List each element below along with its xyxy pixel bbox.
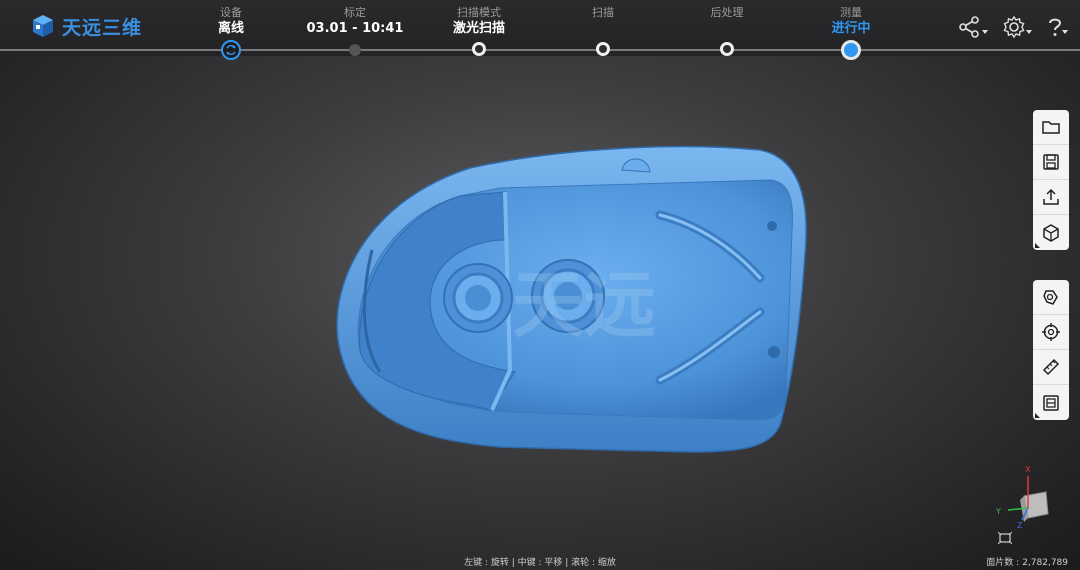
settings-icon[interactable] (1001, 14, 1027, 40)
step-device-label: 设备 (220, 6, 242, 19)
target-icon (1042, 323, 1060, 341)
brand-name: 天远三维 (62, 16, 143, 39)
file-toolbar (1033, 110, 1069, 250)
step-measure-label: 测量 (840, 6, 862, 19)
share-dropdown-icon[interactable] (982, 30, 988, 34)
section-view-button[interactable] (1033, 385, 1069, 420)
select-tool-icon (1043, 290, 1058, 305)
help-dropdown-icon[interactable] (1062, 30, 1068, 34)
step-measure[interactable]: 测量 进行中 (781, 6, 921, 38)
step-scan-mode[interactable]: 扫描模式 激光扫描 (409, 6, 549, 38)
axis-orientation-gizmo[interactable]: X Y Z (990, 462, 1054, 530)
axis-y-label: Y (995, 507, 1001, 516)
measure-tool-button[interactable] (1033, 350, 1069, 385)
refresh-icon (226, 45, 236, 55)
step-device-value: 离线 (217, 21, 244, 36)
top-bar: 天远三维 设备 离线 标定 03.01 - 10:41 扫描模式 激光扫描 扫描… (0, 0, 1080, 60)
fit-view-icon[interactable] (998, 532, 1012, 544)
measure-tool-icon (1042, 358, 1060, 376)
step-measure-node[interactable] (841, 40, 861, 60)
save-button[interactable] (1033, 145, 1069, 180)
export-icon (1043, 188, 1059, 205)
step-scan-mode-node[interactable] (472, 42, 486, 56)
step-scan-node[interactable] (596, 42, 610, 56)
step-device-node[interactable] (221, 40, 241, 60)
step-post-process[interactable]: 后处理 (657, 6, 797, 38)
viewport-watermark: 天远 (512, 263, 656, 347)
facet-count-label: 面片数 : (986, 558, 1020, 568)
facet-count-value: 2,782,789 (1022, 558, 1068, 568)
axis-x-label: X (1025, 465, 1031, 474)
step-measure-value: 进行中 (831, 21, 871, 36)
open-folder-button[interactable] (1033, 110, 1069, 145)
step-post-process-label: 后处理 (710, 6, 744, 19)
help-icon[interactable] (1042, 14, 1068, 40)
share-icon[interactable] (957, 14, 983, 40)
step-scan-label: 扫描 (592, 6, 614, 19)
model-hole-bottom (768, 346, 780, 358)
scan-model-viewport[interactable]: 天远 (0, 0, 1080, 570)
axis-z-label: Z (1017, 521, 1023, 530)
step-device[interactable]: 设备 离线 (161, 6, 301, 38)
step-post-process-value (657, 20, 797, 38)
brand-logo[interactable]: 天远三维 (30, 12, 142, 40)
step-scan-mode-label: 扫描模式 (457, 6, 501, 19)
step-calibration-label: 标定 (344, 6, 366, 19)
step-scan[interactable]: 扫描 (533, 6, 673, 38)
export-button[interactable] (1033, 180, 1069, 215)
workflow-progress-line (0, 49, 1080, 51)
submenu-corner-icon (1035, 243, 1040, 248)
save-icon (1043, 154, 1059, 170)
mouse-hint: 左键 : 旋转 | 中键 : 平移 | 滚轮 : 缩放 (464, 558, 616, 568)
step-calibration-node[interactable] (349, 44, 361, 56)
step-scan-mode-value: 激光扫描 (452, 21, 505, 36)
select-tool-button[interactable] (1033, 280, 1069, 315)
tools-toolbar (1033, 280, 1069, 420)
target-button[interactable] (1033, 315, 1069, 350)
step-post-process-node[interactable] (720, 42, 734, 56)
model-view-button[interactable] (1033, 215, 1069, 250)
model-boss-left (443, 263, 513, 333)
step-calibration-value: 03.01 - 10:41 (306, 21, 404, 36)
facet-count-status: 面片数 :2,782,789 (983, 555, 1068, 568)
cube-logo-icon (33, 15, 53, 37)
step-calibration[interactable]: 标定 03.01 - 10:41 (285, 6, 425, 38)
model-view-icon (1043, 223, 1059, 242)
submenu-corner-icon (1035, 413, 1040, 418)
settings-dropdown-icon[interactable] (1026, 30, 1032, 34)
section-view-icon (1043, 394, 1059, 411)
step-scan-value (533, 20, 673, 38)
model-hole-top (767, 221, 777, 231)
folder-open-icon (1042, 121, 1060, 134)
